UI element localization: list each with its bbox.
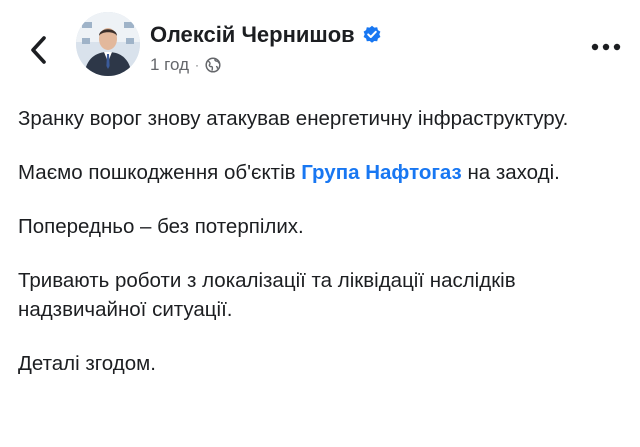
post-paragraph-2: Маємо пошкодження об'єктів Група Нафтога… — [18, 158, 618, 187]
post-screen: Олексій Чернишов 1 год · Зранку ворог зн… — [0, 0, 640, 447]
back-button[interactable] — [18, 26, 58, 74]
post-paragraph-2-text-after: на заході. — [461, 161, 560, 184]
post-paragraph-1: Зранку ворог знову атакував енергетичну … — [18, 107, 569, 130]
author-name[interactable]: Олексій Чернишов — [150, 22, 382, 48]
post-paragraph-2-text-before: Маємо пошкодження об'єктів — [18, 161, 302, 184]
post-meta: 1 год · — [150, 55, 221, 75]
post-text: Зранку ворог знову атакував енергетичну … — [18, 104, 618, 403]
more-horizontal-icon — [591, 43, 621, 51]
more-options-button[interactable] — [586, 32, 626, 62]
post-paragraph-3: Попередньо – без потерпілих. — [18, 215, 304, 238]
globe-icon[interactable] — [205, 57, 221, 73]
post-header: Олексій Чернишов 1 год · — [0, 0, 640, 96]
post-paragraph-5: Деталі згодом. — [18, 352, 156, 375]
author-name-label: Олексій Чернишов — [150, 22, 355, 47]
verified-badge-icon — [362, 25, 382, 45]
avatar[interactable] — [76, 12, 140, 76]
meta-separator: · — [195, 58, 200, 72]
chevron-left-icon — [31, 36, 46, 64]
profile-photo — [76, 12, 140, 76]
naftogaz-page-link[interactable]: Група Нафтогаз — [301, 161, 462, 184]
post-paragraph-4: Тривають роботи з локалізації та ліквіда… — [18, 269, 516, 321]
post-timestamp[interactable]: 1 год — [150, 55, 189, 75]
